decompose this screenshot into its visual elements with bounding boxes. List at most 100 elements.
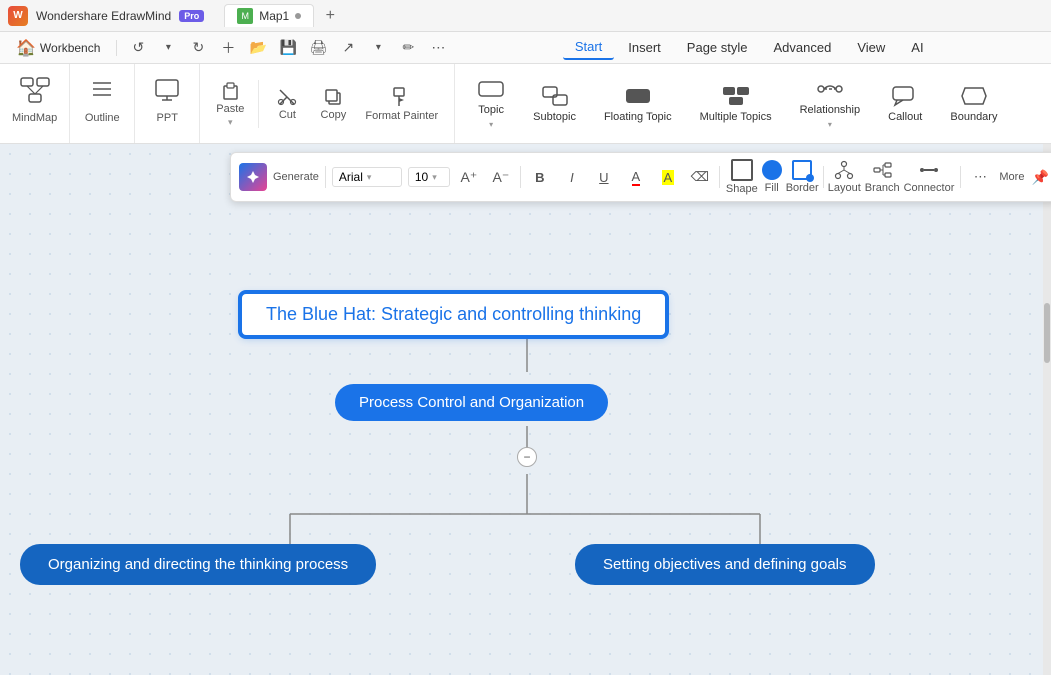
ribbon: MindMap Outline PPT Paste xyxy=(0,64,1051,144)
pin-button[interactable]: 📌 xyxy=(1030,167,1050,187)
multiple-topics-label: Multiple Topics xyxy=(700,111,772,123)
undo-dropdown[interactable]: ▾ xyxy=(155,35,181,61)
relationship-label: Relationship xyxy=(800,104,861,116)
callout-button[interactable]: Callout xyxy=(874,64,936,143)
connector-button[interactable]: Connector xyxy=(904,160,955,194)
insert-tools-section: Topic ▾ Subtopic Floating Topic Multiple xyxy=(455,64,1051,143)
copy-label: Copy xyxy=(321,109,347,121)
app-logo: W xyxy=(8,6,28,26)
more-button[interactable]: ⋯ xyxy=(967,164,993,190)
menu-start[interactable]: Start xyxy=(563,35,614,60)
shape-button[interactable]: Shape xyxy=(726,159,758,195)
fill-button[interactable]: Fill xyxy=(762,160,782,194)
redo-button[interactable]: ↻ xyxy=(185,35,211,61)
main-topic-node[interactable]: The Blue Hat: Strategic and controlling … xyxy=(240,292,667,337)
generate-label[interactable]: Generate xyxy=(273,171,319,183)
copy-button[interactable]: Copy xyxy=(311,81,355,127)
menu-page-style[interactable]: Page style xyxy=(675,36,760,59)
tab-bar: M Map1 + xyxy=(224,4,342,28)
floating-topic-label: Floating Topic xyxy=(604,111,672,123)
menu-items: Start Insert Page style Advanced View AI xyxy=(563,35,936,60)
outline-label: Outline xyxy=(85,112,120,124)
save-button[interactable]: 💾 xyxy=(275,35,301,61)
font-color-button[interactable]: A xyxy=(623,164,649,190)
child-topic-process[interactable]: Process Control and Organization xyxy=(335,384,608,421)
ai-generate-logo xyxy=(239,163,267,191)
outline-view-button[interactable] xyxy=(82,72,122,108)
cut-label: Cut xyxy=(279,109,296,121)
multiple-topics-button[interactable]: Multiple Topics xyxy=(686,64,786,143)
pro-badge: Pro xyxy=(179,10,204,22)
relationship-button[interactable]: Relationship ▾ xyxy=(786,64,875,143)
more-format-section: More xyxy=(999,171,1024,183)
export-dropdown[interactable]: ▾ xyxy=(365,35,391,61)
bold-button[interactable]: B xyxy=(527,164,553,190)
ft-divider2 xyxy=(520,166,521,188)
menu-divider xyxy=(116,40,117,56)
menu-advanced[interactable]: Advanced xyxy=(762,36,844,59)
font-increase-button[interactable]: A⁺ xyxy=(456,164,482,190)
map-tab[interactable]: M Map1 xyxy=(224,4,314,27)
ppt-label: PPT xyxy=(157,112,178,124)
branch-button[interactable]: Branch xyxy=(865,160,900,194)
subtopic-button[interactable]: Subtopic xyxy=(519,64,590,143)
collapse-button[interactable]: − xyxy=(517,447,537,467)
format-painter-label: Format Painter xyxy=(365,110,438,122)
font-size-select[interactable]: 10 ▾ xyxy=(408,167,450,187)
format-section: Shape Fill Border xyxy=(726,159,955,195)
topic-label: Topic xyxy=(478,104,504,116)
ft-divider3 xyxy=(719,166,720,188)
app-name: Wondershare EdrawMind xyxy=(36,9,171,23)
more-button[interactable]: ⋯ xyxy=(425,35,451,61)
paste-button[interactable]: Paste ▾ xyxy=(208,73,252,134)
tab-name: Map1 xyxy=(259,9,289,23)
ppt-section: PPT xyxy=(135,64,200,143)
tab-modified-dot xyxy=(295,13,301,19)
format-painter-button[interactable]: Format Painter xyxy=(357,80,446,128)
vertical-scrollbar[interactable] xyxy=(1043,144,1051,675)
font-select[interactable]: Arial ▾ xyxy=(332,167,402,187)
menu-insert[interactable]: Insert xyxy=(616,36,673,59)
mindmap-label: MindMap xyxy=(12,112,57,124)
print-button[interactable]: 🖨 xyxy=(305,35,331,61)
undo-button[interactable]: ↺ xyxy=(125,35,151,61)
ft-divider5 xyxy=(960,166,961,188)
title-bar: W Wondershare EdrawMind Pro M Map1 + xyxy=(0,0,1051,32)
view-mode-section: MindMap xyxy=(0,64,70,143)
workbench-button[interactable]: 🏠 Workbench xyxy=(8,34,108,62)
boundary-button[interactable]: Boundary xyxy=(936,64,1011,143)
topic-button[interactable]: Topic ▾ xyxy=(463,64,519,143)
fill-icon xyxy=(762,160,782,180)
child-topic-setting[interactable]: Setting objectives and defining goals xyxy=(575,544,875,585)
eraser-button[interactable]: ⌫ xyxy=(687,164,713,190)
highlight-button[interactable]: A xyxy=(655,164,681,190)
ppt-view-button[interactable] xyxy=(147,72,187,108)
sep1 xyxy=(258,80,259,128)
edit-button[interactable]: ✏ xyxy=(395,35,421,61)
canvas-area[interactable]: Generate Arial ▾ 10 ▾ A⁺ A⁻ B I U A A ⌫ … xyxy=(0,144,1051,675)
floating-topic-button[interactable]: Floating Topic xyxy=(590,64,686,143)
tab-icon: M xyxy=(237,8,253,24)
subtopic-label: Subtopic xyxy=(533,111,576,123)
open-button[interactable]: 📂 xyxy=(245,35,271,61)
mindmap-view-button[interactable] xyxy=(15,72,55,108)
add-tab-button[interactable]: + xyxy=(318,4,342,28)
menu-view[interactable]: View xyxy=(845,36,897,59)
cut-button[interactable]: Cut xyxy=(265,81,309,127)
layout-button[interactable]: Layout xyxy=(828,160,861,194)
callout-label: Callout xyxy=(888,111,922,123)
border-button[interactable]: Border xyxy=(786,160,819,194)
font-decrease-button[interactable]: A⁻ xyxy=(488,164,514,190)
child-topic-organizing[interactable]: Organizing and directing the thinking pr… xyxy=(20,544,376,585)
menu-ai[interactable]: AI xyxy=(899,36,935,59)
floating-toolbar: Generate Arial ▾ 10 ▾ A⁺ A⁻ B I U A A ⌫ … xyxy=(230,152,1051,202)
new-button[interactable]: ＋ xyxy=(215,35,241,61)
italic-button[interactable]: I xyxy=(559,164,585,190)
export-button[interactable]: ↗ xyxy=(335,35,361,61)
ft-divider1 xyxy=(325,166,326,188)
underline-button[interactable]: U xyxy=(591,164,617,190)
ft-divider4 xyxy=(823,166,824,188)
clipboard-section: Paste ▾ Cut Copy F xyxy=(200,64,455,143)
shape-icon xyxy=(731,159,753,181)
scrollbar-thumb[interactable] xyxy=(1044,303,1050,363)
